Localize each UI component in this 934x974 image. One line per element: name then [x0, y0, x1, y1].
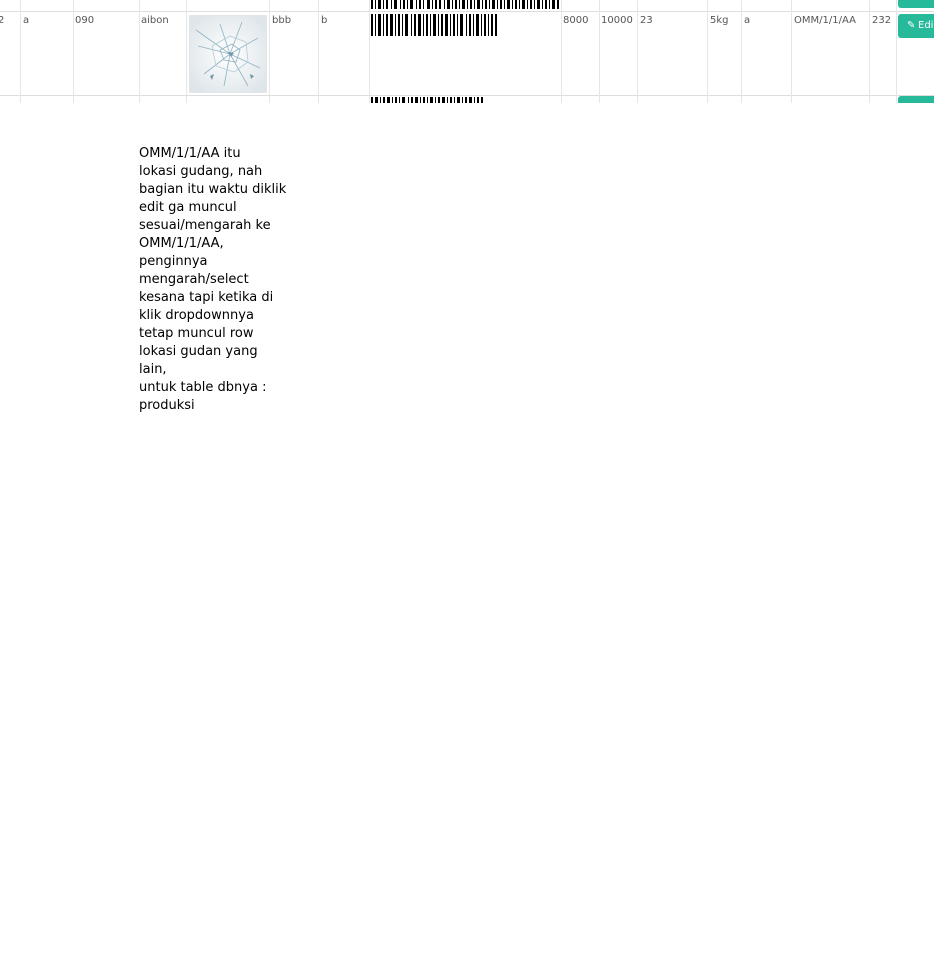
barcode-partial-top [371, 0, 559, 9]
edit-button-top[interactable]: ✎ [898, 0, 934, 8]
column-border [791, 0, 792, 103]
barcode-partial-bottom [371, 97, 483, 103]
cell-code: 090 [75, 15, 95, 26]
pencil-icon: ✎ [907, 0, 915, 4]
cell-qty: 232 [872, 15, 892, 26]
edit-button-bottom[interactable] [898, 96, 934, 103]
edit-button[interactable]: ✎ Edi [898, 14, 934, 38]
pencil-icon: ✎ [907, 20, 916, 31]
cell-price-sell: 10000 [601, 15, 633, 26]
column-border [73, 0, 74, 103]
cell-weight: 5kg [710, 15, 729, 26]
product-image [189, 15, 267, 93]
column-border [599, 0, 600, 103]
column-border [186, 0, 187, 103]
barcode-image [371, 14, 497, 36]
cell-name: aibon [141, 15, 169, 26]
column-border [269, 0, 270, 103]
product-table: ✎ 2 a 090 aibon bbb [0, 0, 934, 103]
column-border [707, 0, 708, 103]
column-border [318, 0, 319, 103]
column-border [139, 0, 140, 103]
row-border [0, 11, 934, 12]
issue-note: OMM/1/1/AA itu lokasi gudang, nah bagian… [139, 146, 287, 413]
column-border [637, 0, 638, 103]
edit-button-label: Edi [918, 20, 934, 31]
cell-col-a2: a [744, 15, 751, 26]
row-border [0, 95, 934, 96]
column-border [369, 0, 370, 103]
cell-bbb: bbb [272, 15, 292, 26]
column-border [20, 0, 21, 103]
column-border [561, 0, 562, 103]
column-border [741, 0, 742, 103]
shattered-glass-icon [190, 16, 266, 92]
column-border [896, 0, 897, 103]
cell-location: OMM/1/1/AA [794, 15, 856, 26]
cell-price-buy: 8000 [563, 15, 589, 26]
partial-row-text [0, 97, 1, 103]
column-border [869, 0, 870, 103]
cell-b: b [321, 15, 328, 26]
cell-no: 2 [0, 15, 5, 26]
cell-col-a: a [23, 15, 30, 26]
cell-stock: 23 [640, 15, 653, 26]
